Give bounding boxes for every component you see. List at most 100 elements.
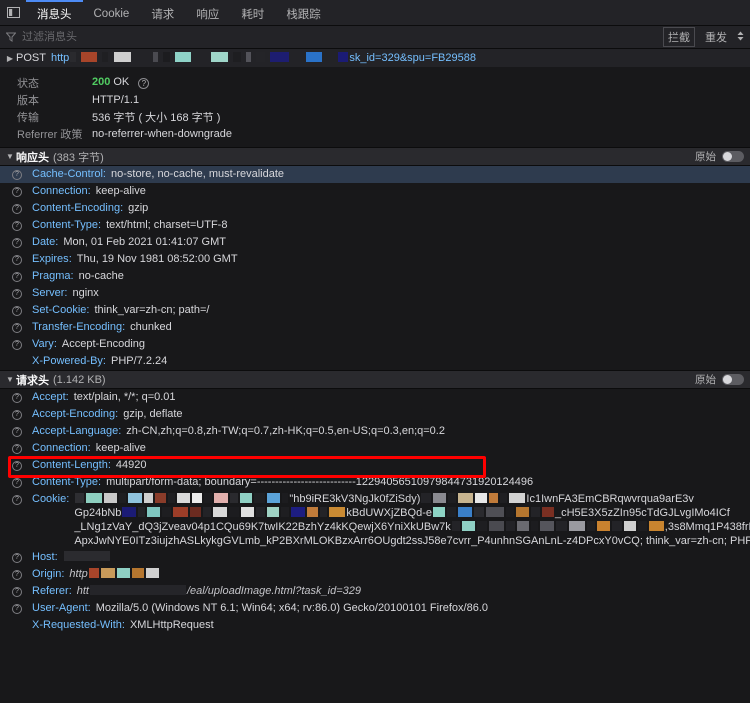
tab-request[interactable]: 请求 (140, 0, 185, 25)
tab-cookie[interactable]: Cookie (83, 0, 141, 25)
header-name: Cookie (32, 493, 67, 505)
summary-row-version: 版本 HTTP/1.1 (0, 91, 750, 108)
request-headers-section-header[interactable]: ▼ 请求头 (1.142 KB) 原始 (0, 370, 750, 389)
expand-twisty-icon[interactable]: ▶ (4, 54, 16, 63)
cookie-line-1: "hb9iRE3kV3NgJk0fZiSdy) Ic1IwnFA3EmCBRqwv… (74, 492, 750, 506)
request-headers-twisty-icon[interactable]: ▼ (4, 375, 16, 384)
header-value-cookie: "hb9iRE3kV3NgJk0fZiSdy) Ic1IwnFA3EmCBRqwv… (74, 492, 750, 548)
help-icon[interactable]: ? (10, 286, 24, 301)
tab-stacktrace[interactable]: 栈跟踪 (275, 0, 332, 25)
header-row-x-requested-with[interactable]: X-Requested-With: XMLHttpRequest (0, 617, 750, 634)
request-raw-toggle[interactable] (722, 374, 744, 385)
tab-timings[interactable]: 耗时 (230, 0, 275, 25)
header-row-content-type[interactable]: ? Content-Type: text/html; charset=UTF-8 (0, 217, 750, 234)
header-row-accept-encoding[interactable]: ? Accept-Encoding: gzip, deflate (0, 406, 750, 423)
header-row-x-powered-by[interactable]: X-Powered-By: PHP/7.2.24 (0, 353, 750, 370)
help-icon[interactable]: ? (10, 475, 24, 490)
help-icon[interactable]: ? (10, 584, 24, 599)
summary-label-transferred: 传输 (17, 111, 39, 124)
header-row-server[interactable]: ? Server: nginx (0, 285, 750, 302)
help-icon[interactable]: ? (10, 269, 24, 284)
help-icon[interactable]: ? (10, 167, 24, 182)
help-icon[interactable]: ? (10, 601, 24, 616)
resend-button[interactable]: 重发 (700, 27, 732, 47)
help-icon[interactable]: ? (10, 320, 24, 335)
header-row-connection[interactable]: ? Connection: keep-alive (0, 183, 750, 200)
header-row-pragma[interactable]: ? Pragma: no-cache (0, 268, 750, 285)
header-row-cookie[interactable]: ? Cookie: "hb9iRE3kV3NgJk0fZiSdy) Ic1IwnF… (0, 491, 750, 549)
header-value: nginx (72, 287, 99, 299)
header-name: Content-Type (32, 219, 99, 231)
tab-stacktrace-label: 栈跟踪 (286, 8, 321, 21)
header-row-referer[interactable]: ? Referer: htt/eal/uploadImage.html?task… (0, 583, 750, 600)
filter-bar-actions: 拦截 重发 (663, 27, 744, 47)
help-icon[interactable]: ? (10, 424, 24, 439)
help-icon[interactable]: ? (10, 567, 24, 582)
status-text: OK (113, 76, 130, 88)
header-row-accept[interactable]: ? Accept: text/plain, */*; q=0.01 (0, 389, 750, 406)
help-icon[interactable]: ? (10, 218, 24, 233)
header-row-expires[interactable]: ? Expires: Thu, 19 Nov 1981 08:52:00 GMT (0, 251, 750, 268)
help-icon[interactable]: ? (10, 407, 24, 422)
cookie-text-4: _cH5E3X5zZIn95cTdGJLvgIMo4ICf (554, 507, 730, 519)
header-value: Mon, 01 Feb 2021 01:41:07 GMT (63, 236, 226, 248)
header-value: keep-alive (95, 442, 146, 454)
response-headers-title: 响应头 (16, 151, 49, 164)
header-name: Accept-Language (32, 425, 119, 437)
help-icon[interactable]: ? (10, 337, 24, 352)
filter-headers-input[interactable] (22, 31, 663, 43)
header-row-transfer-encoding[interactable]: ? Transfer-Encoding: chunked (0, 319, 750, 336)
header-row-connection-request[interactable]: ? Connection: keep-alive (0, 440, 750, 457)
response-headers-section-header[interactable]: ▼ 响应头 (383 字节) 原始 (0, 147, 750, 166)
header-name: Transfer-Encoding (32, 321, 123, 333)
help-icon[interactable]: ? (10, 235, 24, 250)
help-icon[interactable]: ? (10, 252, 24, 267)
header-row-content-type-request[interactable]: ? Content-Type: multipart/form-data; bou… (0, 474, 750, 491)
tab-cookie-label: Cookie (93, 7, 130, 20)
cookie-text-1b: Ic1IwnFA3EmCBRqwvrqua9arE3v (526, 493, 694, 505)
tab-response[interactable]: 响应 (185, 0, 230, 25)
no-help-placeholder (10, 354, 24, 369)
header-name: X-Powered-By (32, 355, 103, 367)
sidebar-toggle-icon[interactable] (0, 0, 26, 25)
header-name: Vary (32, 338, 54, 350)
header-value: XMLHttpRequest (129, 619, 214, 631)
header-row-accept-language[interactable]: ? Accept-Language: zh-CN,zh;q=0.8,zh-TW;… (0, 423, 750, 440)
help-icon[interactable]: ? (10, 201, 24, 216)
resend-caret-icon[interactable] (737, 31, 744, 43)
response-headers-twisty-icon[interactable]: ▼ (4, 152, 16, 161)
help-icon[interactable]: ? (10, 390, 24, 405)
header-row-content-length[interactable]: ? Content-Length: 44920 (0, 457, 750, 474)
header-row-content-encoding[interactable]: ? Content-Encoding: gzip (0, 200, 750, 217)
help-icon[interactable]: ? (10, 441, 24, 456)
help-icon[interactable]: ? (10, 492, 24, 507)
header-value: text/plain, */*; q=0.01 (73, 391, 176, 403)
header-name: Set-Cookie (32, 304, 87, 316)
header-name: Content-Length (32, 459, 108, 471)
status-help-icon[interactable]: ? (138, 78, 150, 89)
header-row-cache-control[interactable]: ? Cache-Control: no-store, no-cache, mus… (0, 166, 750, 183)
request-url-row[interactable]: ▶ POST http sk_id=329&spu=FB29588 (0, 49, 750, 68)
cookie-line-3: _LNg1zVaY_dQ3jZveav04p1CQu69K7twIK22BzhY… (74, 520, 750, 534)
help-icon[interactable]: ? (10, 303, 24, 318)
header-row-set-cookie[interactable]: ? Set-Cookie: think_var=zh-cn; path=/ (0, 302, 750, 319)
help-icon[interactable]: ? (10, 184, 24, 199)
header-row-vary[interactable]: ? Vary: Accept-Encoding (0, 336, 750, 353)
funnel-icon (6, 32, 16, 42)
summary-value-referrer-policy: no-referrer-when-downgrade (92, 127, 233, 140)
help-icon[interactable]: ? (10, 550, 24, 565)
header-value-host (63, 550, 111, 565)
headers-content: ▶ POST http sk_id=329&spu=FB29588 状态 200… (0, 49, 750, 703)
tab-headers[interactable]: 消息头 (26, 0, 83, 25)
header-name: Connection (32, 185, 88, 197)
summary-value-status: 200 OK ? (92, 76, 150, 89)
help-icon[interactable]: ? (10, 458, 24, 473)
header-row-host[interactable]: ? Host: (0, 549, 750, 566)
summary-value-version: HTTP/1.1 (92, 93, 140, 106)
response-raw-toggle[interactable] (722, 151, 744, 162)
header-row-user-agent[interactable]: ? User-Agent: Mozilla/5.0 (Windows NT 6.… (0, 600, 750, 617)
summary-row-referrer-policy: Referrer 政策 no-referrer-when-downgrade (0, 125, 750, 142)
header-row-date[interactable]: ? Date: Mon, 01 Feb 2021 01:41:07 GMT (0, 234, 750, 251)
header-row-origin[interactable]: ? Origin: http (0, 566, 750, 583)
block-button[interactable]: 拦截 (663, 27, 695, 47)
